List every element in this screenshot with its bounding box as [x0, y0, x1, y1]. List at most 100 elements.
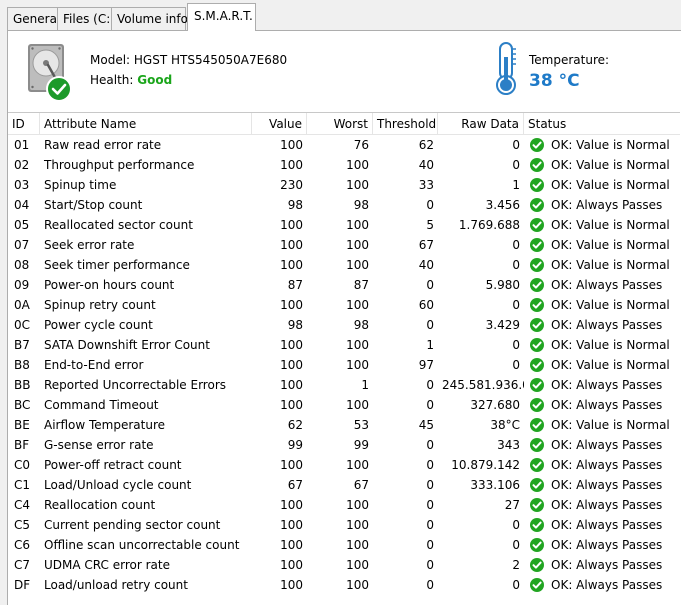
model-value: HGST HTS545050A7E680 [133, 53, 288, 67]
column-header-raw-data[interactable]: Raw Data [438, 113, 524, 135]
attribute-value: 100 [280, 158, 303, 172]
smart-attributes-table: ID Attribute Name Value Worst Threshold … [8, 112, 680, 604]
tab-general[interactable]: General [7, 7, 60, 30]
attribute-name: Spinup retry count [44, 298, 156, 312]
drive-model: Model: HGST HTS545050A7E680 [90, 53, 287, 67]
attribute-threshold: 0 [426, 518, 434, 532]
attribute-threshold: 62 [418, 138, 434, 152]
attribute-threshold: 1 [426, 338, 434, 352]
attribute-id: C4 [14, 498, 31, 512]
table-row[interactable]: 0C Power cycle count 98 98 0 3.429 OK: Always … [8, 315, 680, 335]
attribute-status: OK: Value is Normal [551, 358, 670, 372]
attribute-worst: 100 [346, 498, 369, 512]
table-row[interactable]: 01 Raw read error rate 100 76 62 0 OK: Value i… [8, 135, 680, 155]
table-row[interactable]: 0A Spinup retry count 100 100 60 0 OK: Value i… [8, 295, 680, 315]
attribute-threshold: 40 [418, 158, 434, 172]
attribute-name: G-sense error rate [44, 438, 154, 452]
table-row[interactable]: 07 Seek error rate 100 100 67 0 OK: Value is N… [8, 235, 680, 255]
smart-panel: Model: HGST HTS545050A7E680 Health: Good… [7, 30, 681, 605]
attribute-threshold: 0 [426, 578, 434, 592]
attribute-worst: 76 [353, 138, 369, 152]
attribute-name: Airflow Temperature [44, 418, 166, 432]
attribute-value: 99 [287, 438, 303, 452]
table-row[interactable]: BF G-sense error rate 99 99 0 343 OK: Always P… [8, 435, 680, 455]
table-row[interactable]: DF Load/unload retry count 100 100 0 0 OK: Alw… [8, 575, 680, 595]
attribute-id: 03 [14, 178, 30, 192]
check-circle-icon [530, 238, 544, 252]
attribute-id: 0A [14, 298, 30, 312]
drive-health: Health: Good [90, 73, 172, 87]
attribute-worst: 100 [346, 558, 369, 572]
check-circle-icon [530, 578, 544, 592]
attribute-threshold: 33 [418, 178, 434, 192]
table-row[interactable]: BE Airflow Temperature 62 53 45 38°C OK: Value… [8, 415, 680, 435]
attribute-value: 230 [280, 178, 303, 192]
table-row[interactable]: 02 Throughput performance 100 100 40 0 OK: Val… [8, 155, 680, 175]
column-header-value[interactable]: Value [252, 113, 307, 135]
attribute-value: 100 [280, 238, 303, 252]
attribute-threshold: 0 [426, 278, 434, 292]
attribute-name: Current pending sector count [44, 518, 221, 532]
attribute-threshold: 40 [418, 258, 434, 272]
attribute-raw-data: 10.879.142 [451, 458, 520, 472]
attribute-worst: 100 [346, 458, 369, 472]
attribute-value: 100 [280, 378, 303, 392]
table-row[interactable]: B7 SATA Downshift Error Count 100 100 1 0 OK: … [8, 335, 680, 355]
tab-smart[interactable]: S.M.A.R.T. [187, 3, 256, 31]
attribute-threshold: 0 [426, 498, 434, 512]
column-header-name[interactable]: Attribute Name [40, 113, 252, 135]
table-row[interactable]: BC Command Timeout 100 100 0 327.680 OK: Alway… [8, 395, 680, 415]
attribute-raw-data: 0 [512, 578, 520, 592]
table-row[interactable]: C0 Power-off retract count 100 100 0 10.879.1… [8, 455, 680, 475]
attribute-worst: 100 [346, 298, 369, 312]
attribute-name: Power cycle count [44, 318, 153, 332]
attribute-name: Reported Uncorrectable Errors [44, 378, 227, 392]
table-row[interactable]: B8 End-to-End error 100 100 97 0 OK: Value is … [8, 355, 680, 375]
check-circle-icon [530, 498, 544, 512]
table-row[interactable]: C5 Current pending sector count 100 100 0 0 OK… [8, 515, 680, 535]
column-header-status[interactable]: Status [524, 113, 680, 135]
table-row[interactable]: 09 Power-on hours count 87 87 0 5.980 OK: Alwa… [8, 275, 680, 295]
attribute-name: Throughput performance [44, 158, 195, 172]
attribute-raw-data: 1 [512, 178, 520, 192]
column-header-worst[interactable]: Worst [307, 113, 373, 135]
attribute-worst: 99 [353, 438, 369, 452]
table-row[interactable]: 03 Spinup time 230 100 33 1 OK: Value is Norma… [8, 175, 680, 195]
table-row[interactable]: 05 Reallocated sector count 100 100 5 1.769.6… [8, 215, 680, 235]
attribute-raw-data: 343 [497, 438, 520, 452]
attribute-value: 100 [280, 398, 303, 412]
attribute-name: Load/unload retry count [44, 578, 188, 592]
attribute-threshold: 97 [418, 358, 434, 372]
column-header-threshold[interactable]: Threshold [373, 113, 438, 135]
attribute-name: Power-on hours count [44, 278, 175, 292]
table-row[interactable]: C1 Load/Unload cycle count 67 67 0 333.106 OK:… [8, 475, 680, 495]
attribute-raw-data: 333.106 [470, 478, 520, 492]
attribute-value: 100 [280, 138, 303, 152]
column-header-id[interactable]: ID [8, 113, 40, 135]
attribute-name: Raw read error rate [44, 138, 162, 152]
table-row[interactable]: C7 UDMA CRC error rate 100 100 0 2 OK: Always … [8, 555, 680, 575]
attribute-threshold: 5 [426, 218, 434, 232]
table-row[interactable]: BB Reported Uncorrectable Errors 100 1 0 245.… [8, 375, 680, 395]
table-row[interactable]: C4 Reallocation count 100 100 0 27 OK: Always … [8, 495, 680, 515]
attribute-id: B8 [14, 358, 30, 372]
attribute-status: OK: Value is Normal [551, 158, 670, 172]
attribute-threshold: 45 [418, 418, 434, 432]
attribute-name: Seek timer performance [44, 258, 190, 272]
attribute-value: 100 [280, 258, 303, 272]
attribute-threshold: 0 [426, 458, 434, 472]
attribute-status: OK: Always Passes [551, 538, 663, 552]
tab-volume-info[interactable]: Volume info [111, 7, 188, 30]
attribute-id: C6 [14, 538, 31, 552]
attribute-status: OK: Always Passes [551, 518, 663, 532]
tab-files[interactable]: Files (C:) [57, 7, 115, 30]
check-circle-icon [530, 378, 544, 392]
attribute-value: 98 [287, 318, 303, 332]
check-circle-icon [530, 458, 544, 472]
table-row[interactable]: 08 Seek timer performance 100 100 40 0 OK: Val… [8, 255, 680, 275]
check-circle-icon [530, 398, 544, 412]
table-row[interactable]: 04 Start/Stop count 98 98 0 3.456 OK: Always P… [8, 195, 680, 215]
check-circle-icon [530, 538, 544, 552]
thermometer-icon [490, 41, 522, 97]
table-row[interactable]: C6 Offline scan uncorrectable count 100 100… [8, 535, 680, 555]
